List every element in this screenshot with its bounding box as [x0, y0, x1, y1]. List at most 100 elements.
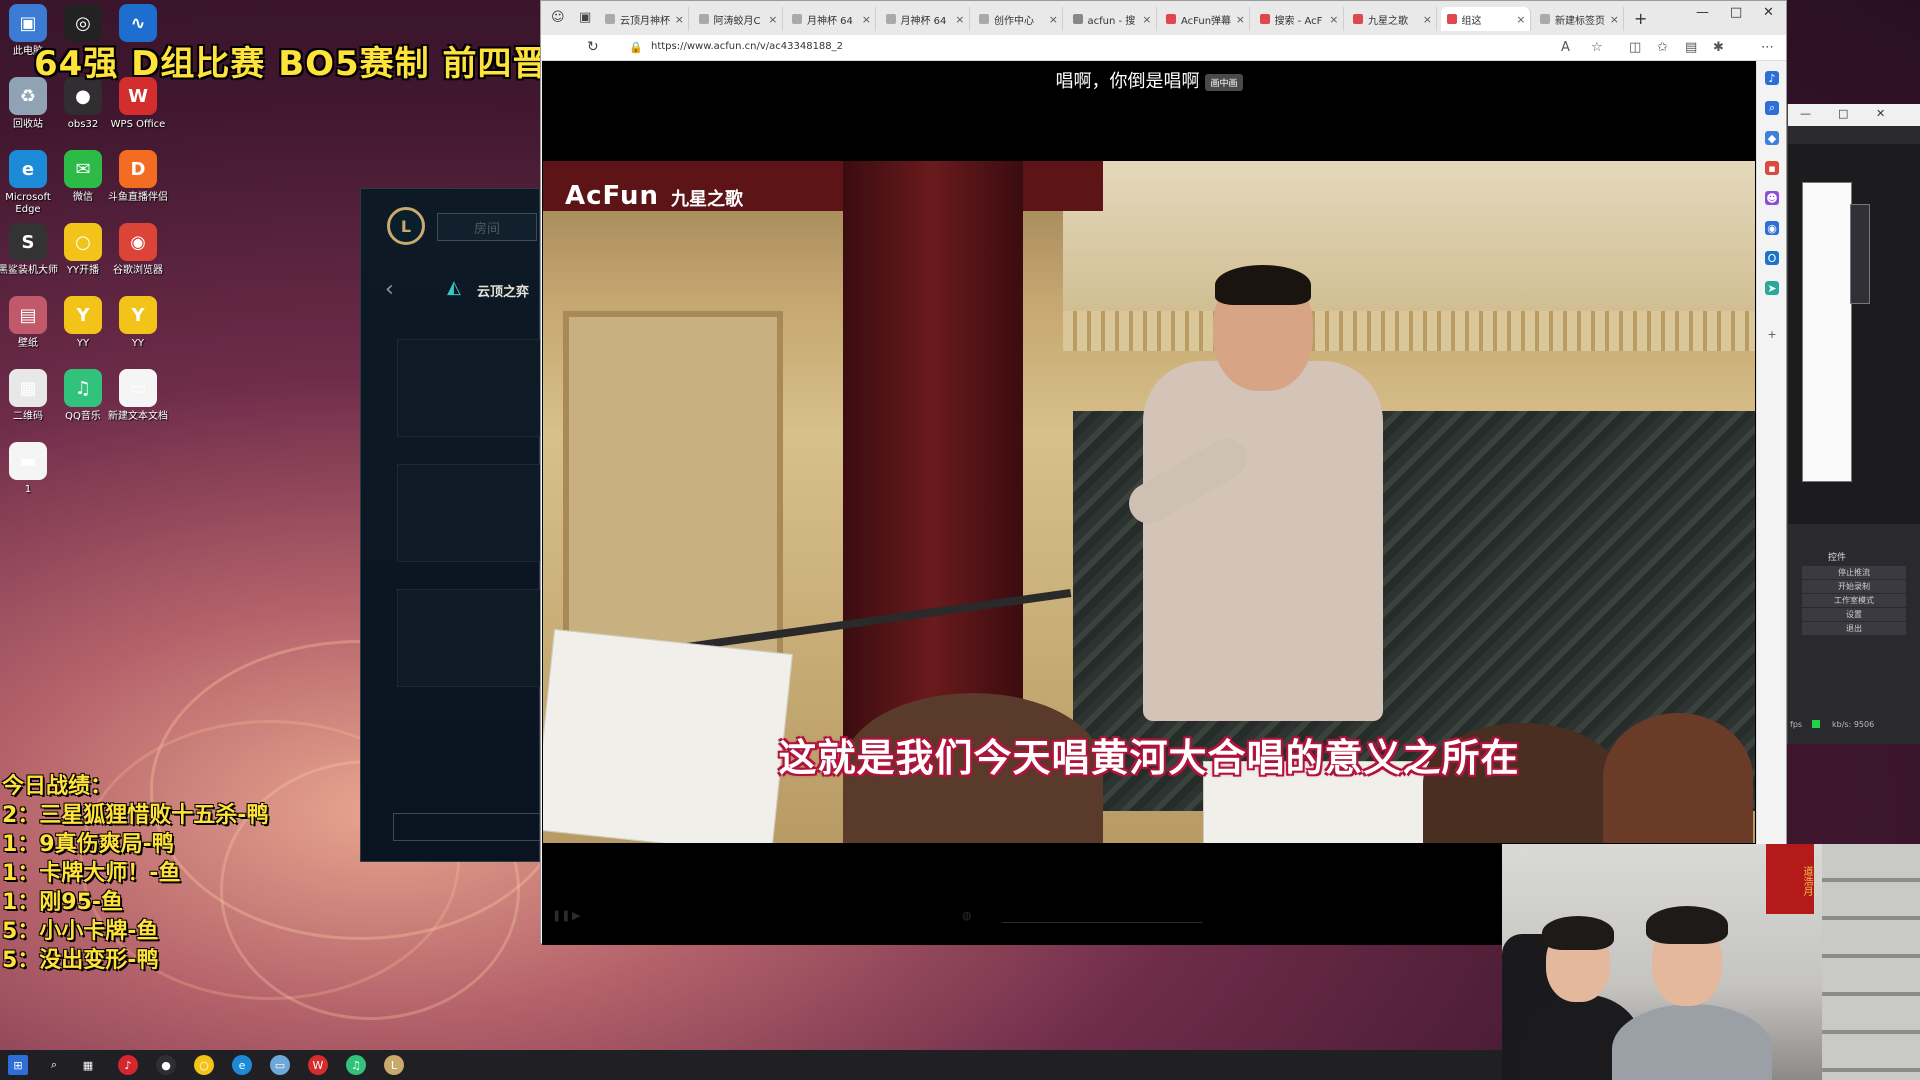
studio-mode-button[interactable]: 工作室模式: [1802, 594, 1906, 607]
stop-stream-button[interactable]: 停止推流: [1802, 566, 1906, 579]
bell-icon[interactable]: ♪: [1765, 71, 1779, 85]
danmaku-input[interactable]: [1002, 909, 1202, 923]
qq-music-icon[interactable]: ♫: [346, 1055, 366, 1075]
minimize-button[interactable]: —: [1696, 5, 1709, 20]
desktop-icon[interactable]: ◉ 谷歌浏览器: [108, 223, 168, 277]
desktop-icon[interactable]: ♻ 回收站: [0, 77, 58, 131]
obs-maximize-button[interactable]: □: [1838, 107, 1848, 120]
wps-icon[interactable]: W: [308, 1055, 328, 1075]
tab-close-icon[interactable]: ×: [1236, 13, 1245, 26]
desktop-icon[interactable]: e Microsoft Edge: [0, 150, 58, 216]
play-pause-icon[interactable]: ❚❚: [552, 909, 570, 922]
danmaku-toggle-icon[interactable]: ◍: [962, 909, 972, 922]
workspaces-icon[interactable]: ▣: [579, 10, 591, 25]
desktop-icon[interactable]: ✉ 微信: [53, 150, 113, 204]
lobby-slot[interactable]: [397, 589, 541, 687]
browser-tab[interactable]: 阿涛蛟月C ×: [693, 7, 783, 31]
edge-icon[interactable]: e: [232, 1055, 252, 1075]
yy-live-icon[interactable]: ○: [194, 1055, 214, 1075]
desktop-icon[interactable]: ● obs32: [53, 77, 113, 131]
settings-button[interactable]: 设置: [1802, 608, 1906, 621]
outlook-icon[interactable]: O: [1765, 251, 1779, 265]
back-arrow-icon[interactable]: ‹: [385, 277, 394, 302]
close-button[interactable]: ✕: [1763, 5, 1774, 20]
stream-overlay-title: 64强 D组比赛 BO5赛制 前四晋级: [34, 44, 583, 84]
new-tab-button[interactable]: +: [1634, 9, 1647, 28]
tab-close-icon[interactable]: ×: [1049, 13, 1058, 26]
add-icon[interactable]: +: [1765, 327, 1779, 341]
desktop-icon[interactable]: Y YY: [53, 296, 113, 350]
desktop-icon[interactable]: W WPS Office: [108, 77, 168, 131]
browser-tab[interactable]: 新建标签页 ×: [1534, 7, 1624, 31]
tab-close-icon[interactable]: ×: [675, 13, 684, 26]
toolbox-icon[interactable]: ▪: [1765, 161, 1779, 175]
scene-curtain: [843, 161, 1023, 781]
tab-close-icon[interactable]: ×: [1516, 13, 1525, 26]
tab-close-icon[interactable]: ×: [862, 13, 871, 26]
browser-tab[interactable]: 云顶月神杯 ×: [599, 7, 689, 31]
office-icon[interactable]: ◉: [1765, 221, 1779, 235]
browser-tab[interactable]: 月神杯 64 ×: [880, 7, 970, 31]
search-icon[interactable]: ⌕: [1765, 101, 1779, 115]
desktop-icon[interactable]: S 黑鲨装机大师: [0, 223, 58, 277]
tab-close-icon[interactable]: ×: [768, 13, 777, 26]
task-view-icon[interactable]: ▦: [78, 1055, 98, 1075]
obs-close-button[interactable]: ✕: [1876, 107, 1885, 120]
pip-button[interactable]: 画中画: [1205, 73, 1243, 91]
reload-icon[interactable]: ↻: [587, 39, 599, 55]
tab-close-icon[interactable]: ×: [1423, 13, 1432, 26]
video-player[interactable]: 唱啊，你倒是唱啊 画中画 AcFun 九星之歌 这就是我们今天唱黄河大合唱的意义之…: [542, 61, 1756, 945]
desktop-icon[interactable]: ○ YY开播: [53, 223, 113, 277]
next-icon[interactable]: ▶: [572, 909, 580, 922]
lobby-input-bar[interactable]: [393, 813, 541, 841]
send-icon[interactable]: ➤: [1765, 281, 1779, 295]
desktop-icon[interactable]: ▬ 1: [0, 442, 58, 496]
app-icon[interactable]: ▭: [270, 1055, 290, 1075]
obs-icon[interactable]: ●: [156, 1055, 176, 1075]
lol-logo-icon[interactable]: L: [387, 207, 425, 245]
lobby-slot[interactable]: [397, 339, 541, 437]
search-icon[interactable]: ⌕: [44, 1055, 64, 1075]
browser-tab[interactable]: 搜索 - AcF ×: [1254, 7, 1344, 31]
tab-close-icon[interactable]: ×: [1329, 13, 1338, 26]
desktop-icon[interactable]: Y YY: [108, 296, 168, 350]
read-aloud-icon[interactable]: A: [1561, 40, 1570, 55]
tab-close-icon[interactable]: ×: [955, 13, 964, 26]
lol-client-window[interactable]: L 房间 ‹ ◭ 云顶之弈: [360, 188, 541, 862]
netease-music-icon[interactable]: ♪: [118, 1055, 138, 1075]
room-button[interactable]: 房间: [437, 213, 537, 241]
maximize-button[interactable]: □: [1730, 5, 1742, 20]
browser-tab[interactable]: AcFun弹幕 ×: [1160, 7, 1250, 31]
obs-minimize-button[interactable]: —: [1800, 107, 1811, 120]
browser-tab[interactable]: 组这 ×: [1440, 7, 1531, 31]
desktop-icon[interactable]: ▦ 二维码: [0, 369, 58, 423]
tab-close-icon[interactable]: ×: [1142, 13, 1151, 26]
exit-button[interactable]: 退出: [1802, 622, 1906, 635]
profile-icon[interactable]: ☺: [551, 10, 565, 25]
desktop-icon[interactable]: ▤ 壁纸: [0, 296, 58, 350]
more-menu-icon[interactable]: ⋯: [1761, 40, 1774, 55]
wechat-icon: ✉: [64, 150, 102, 188]
favorite-star-icon[interactable]: ☆: [1591, 40, 1603, 55]
desktop-icon[interactable]: ♫ QQ音乐: [53, 369, 113, 423]
desktop-icon[interactable]: D 斗鱼直播伴侣: [108, 150, 168, 204]
lol-icon[interactable]: L: [384, 1055, 404, 1075]
tab-close-icon[interactable]: ×: [1610, 13, 1619, 26]
tag-icon[interactable]: ◆: [1765, 131, 1779, 145]
desktop-icon-label: 回收站: [13, 119, 43, 130]
lobby-slot[interactable]: [397, 464, 541, 562]
browser-tab[interactable]: acfun - 搜 ×: [1067, 7, 1157, 31]
collections-icon[interactable]: ▤: [1685, 40, 1697, 55]
start-menu-icon[interactable]: ⊞: [8, 1055, 28, 1075]
browser-tab[interactable]: 九星之歌 ×: [1347, 7, 1437, 31]
browser-tab[interactable]: 创作中心 ×: [973, 7, 1063, 31]
lock-icon[interactable]: 🔒: [629, 41, 643, 54]
extensions-icon[interactable]: ✱: [1713, 40, 1724, 55]
browser-tab[interactable]: 月神杯 64 ×: [786, 7, 876, 31]
desktop-icon[interactable]: ▭ 新建文本文档: [108, 369, 168, 423]
favorites-icon[interactable]: ✩: [1657, 40, 1668, 55]
start-record-button[interactable]: 开始录制: [1802, 580, 1906, 593]
url-field[interactable]: https://www.acfun.cn/v/ac43348188_2: [651, 41, 843, 52]
person-icon[interactable]: ☻: [1765, 191, 1779, 205]
split-screen-icon[interactable]: ◫: [1629, 40, 1641, 55]
